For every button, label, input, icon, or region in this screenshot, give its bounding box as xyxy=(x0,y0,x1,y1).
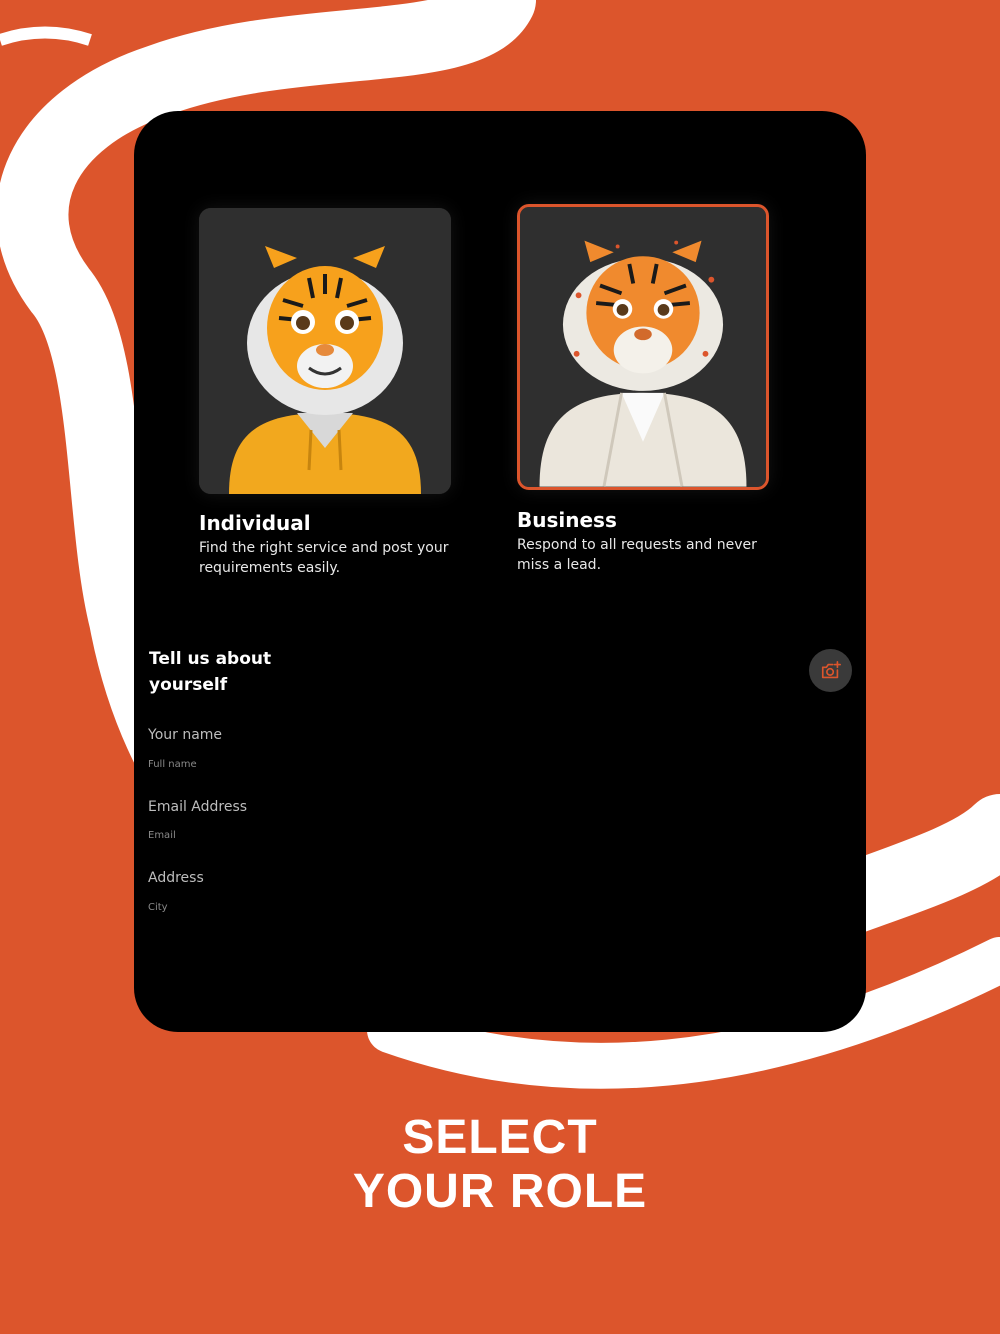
name-input[interactable] xyxy=(148,759,448,770)
role-title-business: Business xyxy=(517,508,617,532)
form-title: Tell us about yourself xyxy=(149,649,272,695)
role-card-business[interactable] xyxy=(517,204,769,490)
tiger-hoodie-avatar-icon xyxy=(199,208,451,494)
address-field-label: Address xyxy=(148,870,204,886)
role-description-individual: Find the right service and post your req… xyxy=(199,540,449,576)
role-card-individual[interactable] xyxy=(199,208,451,494)
headline-line-2: YOUR ROLE xyxy=(352,1165,648,1218)
role-description-business: Respond to all requests and never miss a… xyxy=(517,537,757,573)
city-input[interactable] xyxy=(148,902,448,913)
name-field-label: Your name xyxy=(148,727,223,743)
email-input[interactable] xyxy=(148,830,448,841)
headline-line-1: SELECT xyxy=(402,1111,598,1164)
role-title-individual: Individual xyxy=(199,511,311,535)
add-photo-button[interactable] xyxy=(809,649,852,692)
tiger-suit-avatar-icon xyxy=(520,207,766,487)
email-field-label: Email Address xyxy=(148,799,248,815)
camera-add-icon xyxy=(821,660,841,678)
device-screen: Individual Find the right service and po… xyxy=(134,111,866,1032)
